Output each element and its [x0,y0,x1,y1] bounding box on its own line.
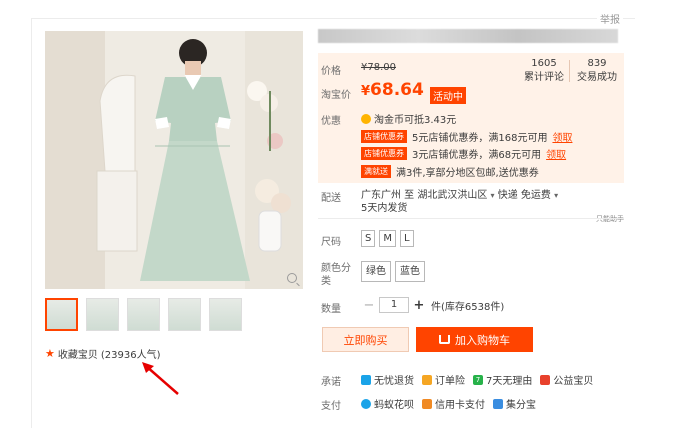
coupon-text: 3元店铺优惠券，满68元可用 [412,150,542,161]
jifenbao-icon [493,398,503,409]
promise-label: 承诺 [321,377,341,388]
coupon-tag: 店铺优惠券 [361,130,407,143]
promise-item[interactable]: 7 7天无理由 [473,372,532,387]
promise-text: 订单险 [435,376,465,387]
price-label: 价格 [321,66,341,77]
payment-item[interactable]: 集分宝 [493,396,536,411]
current-price-value: 68.64 [370,80,424,100]
thumbnail[interactable] [86,298,119,331]
quantity-label: 数量 [321,304,341,315]
favorite-button[interactable]: ★ 收藏宝贝 (23936人气) [45,346,161,361]
star-icon: ★ [45,347,55,360]
promise-text: 无忧退货 [374,376,414,387]
main-product-image[interactable] [45,31,303,289]
sales-count: 839 [587,58,607,69]
favorite-count: (23936人气) [100,350,161,361]
report-link[interactable]: 举报 [597,11,623,26]
coupon-row: 店铺优惠券 3元店铺优惠券，满68元可用 领取 [361,146,566,161]
return-icon [361,374,371,385]
delivery-info: 广东广州 至 湖北武汉洪山区 ▾ 快递 免运费 ▾ 5天内发货 [361,189,558,215]
reviews-stat[interactable]: 1605 累计评论 [521,57,567,85]
promise-list: 无忧退货 订单险 7 7天无理由 公益宝贝 [361,372,593,387]
coupon-text: 5元店铺优惠券，满168元可用 [412,133,548,144]
delivery-method[interactable]: 快递 免运费 [498,190,551,201]
payment-item[interactable]: 信用卡支付 [422,396,485,411]
buy-now-button[interactable]: 立即购买 [322,327,409,352]
coin-icon [361,113,371,124]
sales-stat: 839 交易成功 [573,57,621,85]
bundle-text: 满3件,享部分地区包邮,送优惠券 [396,168,539,179]
promise-item[interactable]: 公益宝贝 [540,372,593,387]
coupon-row: 店铺优惠券 5元店铺优惠券，满168元可用 领取 [361,129,572,144]
quantity-stepper: − 1 + 件(库存6538件) [361,297,504,313]
stat-divider [569,60,570,82]
color-label: 颜色分类 [321,263,351,287]
reviews-count: 1605 [531,58,557,69]
thumbnail-strip [45,298,242,331]
coin-offer: 淘金币可抵3.43元 [361,111,456,126]
promise-text: 7天无理由 [486,376,533,387]
taobao-price-label: 淘宝价 [321,90,351,101]
payment-text: 集分宝 [506,400,536,411]
credit-card-icon [422,398,432,409]
size-option-l[interactable]: L [400,230,414,247]
payment-label: 支付 [321,401,341,412]
assistant-note: 只能助手 [596,215,624,223]
size-option-m[interactable]: M [379,230,396,247]
promise-text: 公益宝贝 [553,376,594,387]
insurance-icon [422,374,432,385]
currency-symbol: ¥ [361,84,371,99]
divider [318,218,624,219]
reviews-label: 累计评论 [524,72,564,83]
promise-item[interactable]: 无忧退货 [361,372,414,387]
color-option-green[interactable]: 绿色 [361,261,391,282]
color-option-blue[interactable]: 蓝色 [395,261,425,282]
charity-icon [540,374,551,385]
chevron-down-icon[interactable]: ▾ [491,191,495,200]
offers-label: 优惠 [321,116,341,127]
product-title-blurred [318,29,618,43]
size-option-s[interactable]: S [361,230,376,247]
payment-item[interactable]: 蚂蚁花呗 [361,396,414,411]
delivery-label: 配送 [321,193,341,204]
huabei-icon [361,398,371,409]
promise-item[interactable]: 订单险 [422,372,465,387]
claim-coupon-link[interactable]: 领取 [546,146,566,161]
payment-list: 蚂蚁花呗 信用卡支付 集分宝 [361,396,536,411]
cart-icon [439,335,450,344]
seven-day-icon: 7 [473,374,483,385]
increase-button[interactable]: + [411,297,427,313]
favorite-label: 收藏宝贝 [57,350,98,361]
size-label: 尺码 [321,237,341,248]
sales-label: 交易成功 [577,72,617,83]
promo-badge: 活动中 [430,87,466,104]
payment-text: 信用卡支付 [435,400,485,411]
ship-time: 5天内发货 [361,203,408,214]
thumbnail[interactable] [45,298,78,331]
decrease-button[interactable]: − [361,297,377,313]
thumbnail[interactable] [127,298,160,331]
quantity-input[interactable]: 1 [379,297,409,313]
color-options: 绿色 蓝色 [361,261,425,282]
add-to-cart-label: 加入购物车 [455,333,510,347]
thumbnail[interactable] [209,298,242,331]
chevron-down-icon[interactable]: ▾ [554,191,558,200]
red-arrow-annotation [142,362,179,395]
claim-coupon-link[interactable]: 领取 [552,129,572,144]
bundle-tag: 满就送 [361,165,391,178]
payment-text: 蚂蚁花呗 [374,400,414,411]
original-price: ¥78.00 [361,62,396,73]
zoom-icon[interactable] [287,273,297,283]
current-price: ¥68.64 [361,80,424,100]
coupon-tag: 店铺优惠券 [361,147,407,160]
stock-text: 件(库存6538件) [431,301,505,313]
delivery-route[interactable]: 广东广州 至 湖北武汉洪山区 [361,190,487,201]
thumbnail[interactable] [168,298,201,331]
dress-photo [45,31,303,289]
bundle-offer: 满就送 满3件,享部分地区包邮,送优惠券 [361,164,539,179]
add-to-cart-button[interactable]: 加入购物车 [416,327,533,352]
size-options: S M L [361,230,414,247]
coin-offer-text: 淘金币可抵3.43元 [374,115,457,126]
